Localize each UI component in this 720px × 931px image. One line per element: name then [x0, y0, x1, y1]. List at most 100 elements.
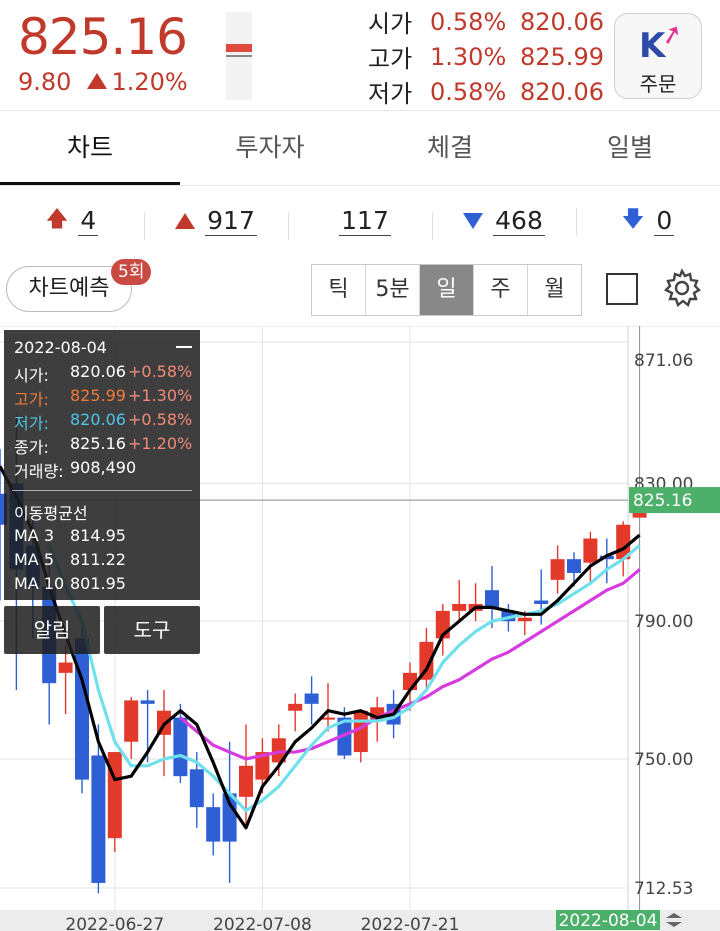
period-tick[interactable]: 틱 — [312, 265, 365, 315]
low-row: 저가 0.58% 820.06 — [368, 74, 608, 109]
unchanged-count[interactable]: 117 — [288, 206, 432, 240]
low-label: 저가 — [368, 80, 413, 108]
upper-limit-arrow-icon: 🡅 — [45, 207, 69, 232]
ma5-row: MA 5 811.22 — [14, 550, 126, 569]
info-low-value: 820.06 — [70, 410, 126, 429]
candle-body — [75, 638, 89, 780]
info-open-label: 시가: — [14, 366, 49, 385]
lower-limit-count[interactable]: 🡇 0 — [576, 202, 720, 240]
candle-body — [288, 703, 303, 711]
candle-body — [239, 765, 253, 797]
tab-trades[interactable]: 체결 — [360, 111, 540, 185]
period-week[interactable]: 주 — [473, 265, 527, 315]
upper-limit-count[interactable]: 🡅 4 — [0, 202, 144, 240]
x-tick-label: 2022-07-21 — [361, 915, 460, 931]
ma3-row: MA 3 814.95 — [14, 526, 126, 545]
candle-body — [550, 559, 565, 580]
lower-limit-value: 0 — [654, 206, 675, 236]
info-high-pct: +1.30% — [128, 386, 193, 405]
ma10-value: 801.95 — [70, 574, 126, 593]
period-month[interactable]: 월 — [527, 265, 581, 315]
low-pct: 0.58% — [430, 77, 507, 106]
candle-body — [534, 600, 549, 604]
tab-bar: 차트 투자자 체결 일별 — [0, 110, 720, 186]
gear-icon[interactable] — [662, 268, 702, 308]
tools-button[interactable]: 도구 — [104, 606, 200, 654]
candle-body — [567, 559, 581, 573]
open-row: 시가 0.58% 820.06 — [368, 4, 608, 39]
high-row: 고가 1.30% 825.99 — [368, 39, 608, 74]
info-open-value: 820.06 — [70, 362, 126, 381]
current-price-tag-label: 825.16 — [633, 491, 692, 511]
upper-limit-value: 4 — [78, 206, 99, 236]
info-open-pct: +0.58% — [128, 362, 193, 381]
change-percent: 1.20% — [111, 68, 188, 96]
open-value: 820.06 — [520, 7, 604, 36]
y-tick-label: 871.06 — [634, 351, 693, 371]
info-volume-row: 거래량: 908,490 — [14, 458, 194, 482]
decline-value: 468 — [493, 206, 545, 236]
info-close-pct: +1.20% — [128, 434, 193, 453]
ohl-summary: 시가 0.58% 820.06 고가 1.30% 825.99 저가 0.58%… — [368, 4, 608, 109]
info-close-row: 종가: 825.16 +1.20% — [14, 434, 194, 458]
up-triangle-icon — [175, 213, 196, 229]
high-pct: 1.30% — [430, 42, 507, 71]
info-high-value: 825.99 — [70, 386, 126, 405]
unchanged-value: 117 — [339, 206, 391, 236]
high-label: 고가 — [368, 45, 413, 73]
y-tick-label: 750.00 — [634, 750, 693, 770]
y-tick-label: 790.00 — [634, 612, 693, 632]
tab-chart[interactable]: 차트 — [0, 111, 180, 185]
x-tick-label: 2022-06-27 — [65, 915, 164, 931]
ma3-label: MA 3 — [14, 526, 55, 545]
x-tick-label: 2022-07-08 — [213, 915, 312, 931]
info-low-row: 저가: 820.06 +0.58% — [14, 410, 194, 434]
open-label: 시가 — [368, 10, 413, 38]
y-tick-label: 712.53 — [634, 879, 693, 899]
advance-decline-bar: 🡅 4 917 117 468 🡇 0 — [0, 190, 720, 252]
down-triangle-icon — [463, 213, 484, 229]
candle-body — [140, 700, 155, 704]
ma-title: 이동평균선 — [14, 504, 88, 523]
info-close-value: 825.16 — [70, 434, 126, 453]
low-value: 820.06 — [520, 77, 604, 106]
candle-body — [304, 693, 319, 704]
candle-body — [485, 590, 499, 608]
current-date-tag-label: 2022-08-04 — [559, 911, 658, 931]
candle-body — [173, 717, 188, 777]
candle-body — [124, 700, 139, 742]
tab-investor[interactable]: 투자자 — [180, 111, 360, 185]
period-5min[interactable]: 5분 — [365, 265, 419, 315]
advance-count[interactable]: 917 — [144, 206, 288, 240]
price-change: 9.80 1.20% — [18, 68, 188, 96]
candle-body — [583, 538, 598, 563]
predict-count-badge: 5회 — [111, 259, 152, 285]
mini-candle-icon — [226, 12, 252, 100]
decline-count[interactable]: 468 — [432, 206, 576, 240]
info-low-pct: +0.58% — [128, 410, 193, 429]
ma3-value: 814.95 — [70, 526, 126, 545]
ma5-label: MA 5 — [14, 550, 55, 569]
advance-value: 917 — [205, 206, 257, 236]
tab-daily[interactable]: 일별 — [540, 111, 720, 185]
fullscreen-square-icon[interactable] — [606, 273, 638, 305]
ma10-label: MA 10 — [14, 574, 65, 593]
period-selector: 틱 5분 일 주 월 — [311, 264, 582, 316]
info-date: 2022-08-04 — [14, 338, 107, 357]
info-low-label: 저가: — [14, 414, 49, 433]
period-day[interactable]: 일 — [419, 265, 473, 315]
candle-body — [58, 662, 73, 673]
ma10-row: MA 10 801.95 — [14, 574, 126, 593]
info-open-row: 시가: 820.06 +0.58% — [14, 362, 194, 386]
info-close-label: 종가: — [14, 438, 49, 457]
collapse-icon[interactable] — [176, 346, 192, 348]
lower-limit-arrow-icon: 🡇 — [621, 207, 645, 232]
order-button[interactable]: K ➚ 주문 — [614, 13, 702, 99]
order-label: 주문 — [639, 72, 677, 96]
crosshair-info-panel: 2022-08-04 시가: 820.06 +0.58% 고가: 825.99 … — [4, 330, 200, 600]
alert-button[interactable]: 알림 — [4, 606, 100, 654]
info-volume-value: 908,490 — [70, 458, 137, 477]
candle-body — [189, 769, 204, 808]
change-value: 9.80 — [18, 68, 72, 96]
candle-body — [91, 755, 106, 883]
